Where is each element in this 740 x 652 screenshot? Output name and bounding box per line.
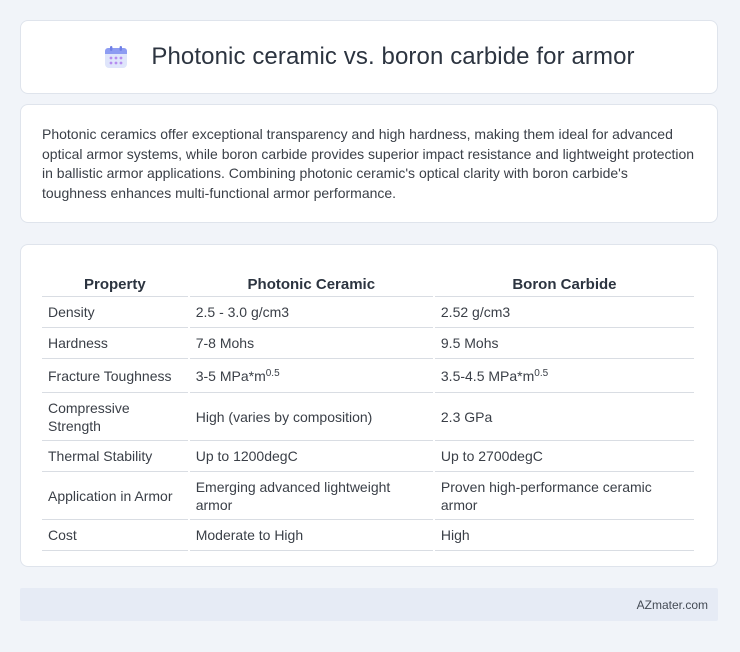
photonic-toughness-exponent: 0.5	[265, 367, 280, 379]
cell-boron: Up to 2700degC	[434, 441, 694, 472]
cell-boron: 2.52 g/cm3	[434, 297, 694, 328]
header-property: Property	[42, 263, 188, 297]
title-wrap: Photonic ceramic vs. boron carbide for a…	[103, 43, 635, 71]
cell-property: Cost	[42, 520, 188, 551]
boron-toughness-value: 3.5-4.5 MPa*m	[440, 367, 535, 384]
table-card: Property Photonic Ceramic Boron Carbide …	[20, 244, 718, 567]
cell-boron: Proven high-performance ceramic armor	[434, 472, 694, 520]
cell-photonic: Emerging advanced lightweight armor	[189, 472, 433, 520]
cell-property: Thermal Stability	[42, 441, 188, 472]
cell-property: Compressive Strength	[42, 393, 188, 441]
table-row: Application in Armor Emerging advanced l…	[42, 472, 694, 520]
comparison-table: Property Photonic Ceramic Boron Carbide …	[40, 263, 696, 551]
cell-boron: High	[434, 520, 694, 551]
summary-card: Photonic ceramics offer exceptional tran…	[20, 104, 718, 223]
summary-text: Photonic ceramics offer exceptional tran…	[42, 126, 695, 201]
table-row: Density 2.5 - 3.0 g/cm3 2.52 g/cm3	[42, 297, 694, 328]
cell-property: Density	[42, 297, 188, 328]
footer-site-link[interactable]: AZmater.com	[637, 598, 708, 612]
cell-photonic: 3-5 MPa*m0.5	[189, 359, 433, 393]
page-title: Photonic ceramic vs. boron carbide for a…	[151, 43, 635, 70]
cell-property: Fracture Toughness	[42, 359, 188, 393]
cell-photonic: Up to 1200degC	[189, 441, 433, 472]
cell-property: Hardness	[42, 328, 188, 359]
cell-property: Application in Armor	[42, 472, 188, 520]
title-card: Photonic ceramic vs. boron carbide for a…	[20, 20, 718, 94]
table-row: Cost Moderate to High High	[42, 520, 694, 551]
boron-toughness-exponent: 0.5	[534, 367, 549, 379]
header-photonic-ceramic: Photonic Ceramic	[189, 263, 433, 297]
table-row: Hardness 7-8 Mohs 9.5 Mohs	[42, 328, 694, 359]
cell-boron: 2.3 GPa	[434, 393, 694, 441]
cell-photonic: 7-8 Mohs	[189, 328, 433, 359]
calendar-icon	[105, 46, 128, 68]
photonic-toughness-value: 3-5 MPa*m	[195, 367, 266, 384]
cell-boron: 9.5 Mohs	[434, 328, 694, 359]
table-row: Fracture Toughness 3-5 MPa*m0.5 3.5-4.5 …	[42, 359, 694, 393]
table-row: Thermal Stability Up to 1200degC Up to 2…	[42, 441, 694, 472]
header-boron-carbide: Boron Carbide	[434, 263, 694, 297]
footer: AZmater.com	[20, 588, 718, 621]
table-header-row: Property Photonic Ceramic Boron Carbide	[42, 263, 694, 297]
cell-photonic: High (varies by composition)	[189, 393, 433, 441]
cell-photonic: Moderate to High	[189, 520, 433, 551]
cell-photonic: 2.5 - 3.0 g/cm3	[189, 297, 433, 328]
cell-boron: 3.5-4.5 MPa*m0.5	[434, 359, 694, 393]
table-row: Compressive Strength High (varies by com…	[42, 393, 694, 441]
